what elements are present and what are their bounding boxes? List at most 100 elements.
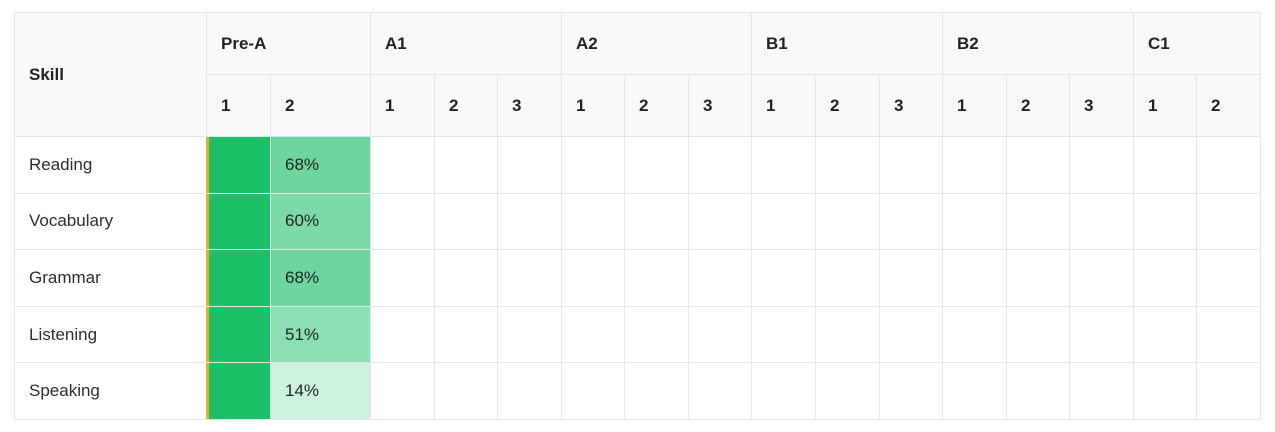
level-cell-complete xyxy=(206,249,271,307)
skill-label: Vocabulary xyxy=(14,192,207,251)
table-row-vocabulary: Vocabulary 60% xyxy=(14,192,1261,251)
level-cell-progress: 60% xyxy=(270,192,371,251)
level-cell xyxy=(815,362,880,420)
level-cell xyxy=(624,305,689,364)
level-cell xyxy=(434,305,498,364)
level-cell xyxy=(561,249,625,307)
level-cell xyxy=(497,192,562,251)
level-cell xyxy=(1006,192,1070,251)
level-cell xyxy=(688,249,752,307)
sublevel-header-c1-2: 2 xyxy=(1196,74,1261,137)
level-cell xyxy=(1006,305,1070,364)
level-cell xyxy=(879,305,943,364)
level-cell xyxy=(434,192,498,251)
level-cell xyxy=(942,362,1007,420)
level-cell xyxy=(497,249,562,307)
level-cell xyxy=(497,362,562,420)
level-cell xyxy=(942,249,1007,307)
skills-progress-table: Skill Pre-A A1 A2 B1 B2 C1 1 2 1 2 3 1 2… xyxy=(14,12,1261,420)
table-row-reading: Reading 68% xyxy=(14,136,1261,194)
level-cell xyxy=(1196,249,1261,307)
sublevel-header-a1-1: 1 xyxy=(370,74,435,137)
level-cell xyxy=(497,305,562,364)
sublevel-header-b2-1: 1 xyxy=(942,74,1007,137)
level-cell xyxy=(751,192,816,251)
level-cell xyxy=(879,362,943,420)
level-cell xyxy=(879,249,943,307)
level-cell xyxy=(624,249,689,307)
level-cell xyxy=(751,136,816,194)
level-cell-complete xyxy=(206,362,271,420)
level-cell-progress: 14% xyxy=(270,362,371,420)
level-cell xyxy=(497,136,562,194)
level-cell xyxy=(1196,136,1261,194)
level-cell xyxy=(942,192,1007,251)
level-cell xyxy=(688,305,752,364)
band-header-a1: A1 xyxy=(370,12,562,75)
band-header-a2: A2 xyxy=(561,12,752,75)
level-cell xyxy=(1133,249,1197,307)
level-cell xyxy=(942,136,1007,194)
level-cell-progress: 51% xyxy=(270,305,371,364)
level-cell xyxy=(370,305,435,364)
level-cell xyxy=(1069,249,1134,307)
sublevel-header-a2-2: 2 xyxy=(624,74,689,137)
level-cell xyxy=(1133,136,1197,194)
skills-progress-table-container: Skill Pre-A A1 A2 B1 B2 C1 1 2 1 2 3 1 2… xyxy=(14,12,1261,420)
level-cell xyxy=(624,136,689,194)
level-cell xyxy=(688,192,752,251)
level-cell xyxy=(688,136,752,194)
table-row-listening: Listening 51% xyxy=(14,305,1261,364)
level-cell xyxy=(942,305,1007,364)
level-cell xyxy=(815,249,880,307)
level-cell xyxy=(370,362,435,420)
table-row-speaking: Speaking 14% xyxy=(14,362,1261,420)
table-row-grammar: Grammar 68% xyxy=(14,249,1261,307)
skill-column-header: Skill xyxy=(14,12,207,137)
level-cell xyxy=(1006,249,1070,307)
level-cell xyxy=(561,305,625,364)
level-cell-complete xyxy=(206,136,271,194)
level-cell xyxy=(370,136,435,194)
skill-label: Reading xyxy=(14,136,207,194)
level-cell xyxy=(751,362,816,420)
level-cell xyxy=(815,136,880,194)
level-cell xyxy=(1069,362,1134,420)
band-header-row: Skill Pre-A A1 A2 B1 B2 C1 xyxy=(14,12,1261,137)
level-cell xyxy=(751,305,816,364)
level-cell xyxy=(1133,192,1197,251)
skill-label: Listening xyxy=(14,305,207,364)
level-cell xyxy=(561,362,625,420)
level-cell xyxy=(1133,362,1197,420)
sublevel-header-b1-3: 3 xyxy=(879,74,943,137)
level-cell xyxy=(1196,192,1261,251)
sublevel-header-pre-a-2: 2 xyxy=(270,74,371,137)
band-header-c1: C1 xyxy=(1133,12,1261,75)
sublevel-header-b2-3: 3 xyxy=(1069,74,1134,137)
sublevel-header-b2-2: 2 xyxy=(1006,74,1070,137)
band-header-pre-a: Pre-A xyxy=(206,12,371,75)
skill-label: Grammar xyxy=(14,249,207,307)
level-cell xyxy=(1196,305,1261,364)
level-cell xyxy=(434,136,498,194)
level-cell xyxy=(1069,192,1134,251)
level-cell xyxy=(1133,305,1197,364)
sublevel-header-b1-1: 1 xyxy=(751,74,816,137)
level-cell xyxy=(1069,136,1134,194)
level-cell-complete xyxy=(206,305,271,364)
level-cell xyxy=(751,249,816,307)
level-cell xyxy=(815,305,880,364)
level-cell xyxy=(370,249,435,307)
level-cell xyxy=(561,136,625,194)
level-cell xyxy=(1006,136,1070,194)
level-cell xyxy=(370,192,435,251)
level-cell-progress: 68% xyxy=(270,136,371,194)
sublevel-header-a1-3: 3 xyxy=(497,74,562,137)
sublevel-header-pre-a-1: 1 xyxy=(206,74,271,137)
level-cell-progress: 68% xyxy=(270,249,371,307)
level-cell xyxy=(434,362,498,420)
sublevel-header-a2-3: 3 xyxy=(688,74,752,137)
level-cell xyxy=(624,192,689,251)
level-cell-complete xyxy=(206,192,271,251)
skill-label: Speaking xyxy=(14,362,207,420)
